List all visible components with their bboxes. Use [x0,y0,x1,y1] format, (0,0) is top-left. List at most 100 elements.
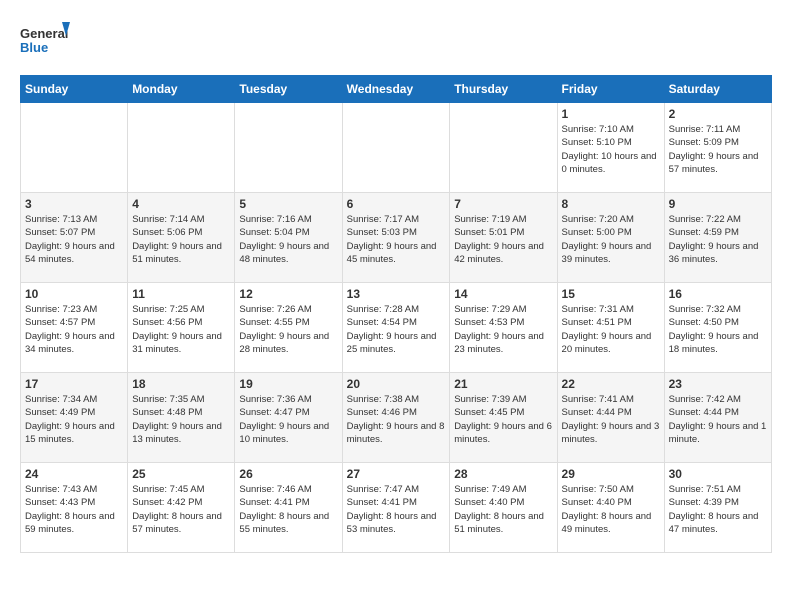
day-number: 15 [562,287,660,301]
calendar-cell: 1 Sunrise: 7:10 AM Sunset: 5:10 PM Daylig… [557,103,664,193]
day-info: Sunrise: 7:34 AM Sunset: 4:49 PM Dayligh… [25,393,123,446]
day-number: 12 [239,287,337,301]
day-info: Sunrise: 7:36 AM Sunset: 4:47 PM Dayligh… [239,393,337,446]
calendar-cell: 20 Sunrise: 7:38 AM Sunset: 4:46 PM Dayli… [342,373,450,463]
calendar-cell: 5 Sunrise: 7:16 AM Sunset: 5:04 PM Daylig… [235,193,342,283]
calendar-cell [450,103,557,193]
day-number: 21 [454,377,552,391]
day-info: Sunrise: 7:47 AM Sunset: 4:41 PM Dayligh… [347,483,446,536]
day-info: Sunrise: 7:46 AM Sunset: 4:41 PM Dayligh… [239,483,337,536]
logo: General Blue [20,20,70,65]
calendar-cell: 23 Sunrise: 7:42 AM Sunset: 4:44 PM Dayli… [664,373,771,463]
svg-text:Blue: Blue [20,40,48,55]
day-info: Sunrise: 7:10 AM Sunset: 5:10 PM Dayligh… [562,123,660,176]
day-number: 22 [562,377,660,391]
day-number: 1 [562,107,660,121]
calendar-cell: 18 Sunrise: 7:35 AM Sunset: 4:48 PM Dayli… [128,373,235,463]
calendar-cell: 3 Sunrise: 7:13 AM Sunset: 5:07 PM Daylig… [21,193,128,283]
day-info: Sunrise: 7:39 AM Sunset: 4:45 PM Dayligh… [454,393,552,446]
day-info: Sunrise: 7:22 AM Sunset: 4:59 PM Dayligh… [669,213,767,266]
day-info: Sunrise: 7:31 AM Sunset: 4:51 PM Dayligh… [562,303,660,356]
calendar-cell: 17 Sunrise: 7:34 AM Sunset: 4:49 PM Dayli… [21,373,128,463]
logo-svg: General Blue [20,20,70,65]
calendar-cell: 8 Sunrise: 7:20 AM Sunset: 5:00 PM Daylig… [557,193,664,283]
calendar-cell [21,103,128,193]
day-info: Sunrise: 7:51 AM Sunset: 4:39 PM Dayligh… [669,483,767,536]
day-number: 13 [347,287,446,301]
day-number: 24 [25,467,123,481]
day-number: 17 [25,377,123,391]
calendar-table: SundayMondayTuesdayWednesdayThursdayFrid… [20,75,772,553]
day-info: Sunrise: 7:13 AM Sunset: 5:07 PM Dayligh… [25,213,123,266]
weekday-header-friday: Friday [557,76,664,103]
calendar-cell: 16Sunrise: 7:32 AM Sunset: 4:50 PM Dayli… [664,283,771,373]
day-number: 20 [347,377,446,391]
day-number: 18 [132,377,230,391]
calendar-cell: 6 Sunrise: 7:17 AM Sunset: 5:03 PM Daylig… [342,193,450,283]
calendar-cell: 25 Sunrise: 7:45 AM Sunset: 4:42 PM Dayli… [128,463,235,553]
calendar-cell: 19 Sunrise: 7:36 AM Sunset: 4:47 PM Dayli… [235,373,342,463]
calendar-cell: 10 Sunrise: 7:23 AM Sunset: 4:57 PM Dayli… [21,283,128,373]
day-info: Sunrise: 7:28 AM Sunset: 4:54 PM Dayligh… [347,303,446,356]
day-number: 25 [132,467,230,481]
calendar-cell: 11 Sunrise: 7:25 AM Sunset: 4:56 PM Dayli… [128,283,235,373]
day-info: Sunrise: 7:50 AM Sunset: 4:40 PM Dayligh… [562,483,660,536]
day-info: Sunrise: 7:23 AM Sunset: 4:57 PM Dayligh… [25,303,123,356]
day-info: Sunrise: 7:26 AM Sunset: 4:55 PM Dayligh… [239,303,337,356]
day-number: 8 [562,197,660,211]
calendar-cell: 4 Sunrise: 7:14 AM Sunset: 5:06 PM Daylig… [128,193,235,283]
calendar-cell: 30 Sunrise: 7:51 AM Sunset: 4:39 PM Dayli… [664,463,771,553]
day-info: Sunrise: 7:32 AM Sunset: 4:50 PM Dayligh… [669,303,767,356]
calendar-week-3: 10 Sunrise: 7:23 AM Sunset: 4:57 PM Dayli… [21,283,772,373]
weekday-header-monday: Monday [128,76,235,103]
calendar-week-5: 24Sunrise: 7:43 AM Sunset: 4:43 PM Dayli… [21,463,772,553]
day-info: Sunrise: 7:49 AM Sunset: 4:40 PM Dayligh… [454,483,552,536]
calendar-cell: 27Sunrise: 7:47 AM Sunset: 4:41 PM Dayli… [342,463,450,553]
day-number: 29 [562,467,660,481]
day-info: Sunrise: 7:20 AM Sunset: 5:00 PM Dayligh… [562,213,660,266]
day-number: 2 [669,107,767,121]
day-number: 28 [454,467,552,481]
calendar-cell: 13 Sunrise: 7:28 AM Sunset: 4:54 PM Dayli… [342,283,450,373]
day-number: 5 [239,197,337,211]
day-number: 3 [25,197,123,211]
calendar-cell [235,103,342,193]
day-number: 14 [454,287,552,301]
calendar-week-2: 3 Sunrise: 7:13 AM Sunset: 5:07 PM Daylig… [21,193,772,283]
calendar-cell: 28 Sunrise: 7:49 AM Sunset: 4:40 PM Dayli… [450,463,557,553]
day-info: Sunrise: 7:14 AM Sunset: 5:06 PM Dayligh… [132,213,230,266]
day-number: 10 [25,287,123,301]
day-info: Sunrise: 7:29 AM Sunset: 4:53 PM Dayligh… [454,303,552,356]
day-info: Sunrise: 7:38 AM Sunset: 4:46 PM Dayligh… [347,393,446,446]
day-number: 7 [454,197,552,211]
day-number: 23 [669,377,767,391]
calendar-cell [342,103,450,193]
day-number: 4 [132,197,230,211]
calendar-cell: 22Sunrise: 7:41 AM Sunset: 4:44 PM Dayli… [557,373,664,463]
day-number: 26 [239,467,337,481]
day-info: Sunrise: 7:19 AM Sunset: 5:01 PM Dayligh… [454,213,552,266]
calendar-week-4: 17 Sunrise: 7:34 AM Sunset: 4:49 PM Dayli… [21,373,772,463]
header: General Blue [20,20,772,65]
weekday-header-saturday: Saturday [664,76,771,103]
day-info: Sunrise: 7:11 AM Sunset: 5:09 PM Dayligh… [669,123,767,176]
day-info: Sunrise: 7:42 AM Sunset: 4:44 PM Dayligh… [669,393,767,446]
day-info: Sunrise: 7:16 AM Sunset: 5:04 PM Dayligh… [239,213,337,266]
weekday-header-thursday: Thursday [450,76,557,103]
calendar-cell: 14 Sunrise: 7:29 AM Sunset: 4:53 PM Dayli… [450,283,557,373]
day-number: 30 [669,467,767,481]
calendar-cell: 9 Sunrise: 7:22 AM Sunset: 4:59 PM Daylig… [664,193,771,283]
day-info: Sunrise: 7:17 AM Sunset: 5:03 PM Dayligh… [347,213,446,266]
calendar-cell: 26 Sunrise: 7:46 AM Sunset: 4:41 PM Dayli… [235,463,342,553]
day-number: 9 [669,197,767,211]
day-number: 11 [132,287,230,301]
day-number: 6 [347,197,446,211]
day-info: Sunrise: 7:45 AM Sunset: 4:42 PM Dayligh… [132,483,230,536]
day-info: Sunrise: 7:35 AM Sunset: 4:48 PM Dayligh… [132,393,230,446]
weekday-header-row: SundayMondayTuesdayWednesdayThursdayFrid… [21,76,772,103]
day-info: Sunrise: 7:25 AM Sunset: 4:56 PM Dayligh… [132,303,230,356]
day-number: 19 [239,377,337,391]
calendar-cell [128,103,235,193]
weekday-header-tuesday: Tuesday [235,76,342,103]
calendar-cell: 29 Sunrise: 7:50 AM Sunset: 4:40 PM Dayli… [557,463,664,553]
